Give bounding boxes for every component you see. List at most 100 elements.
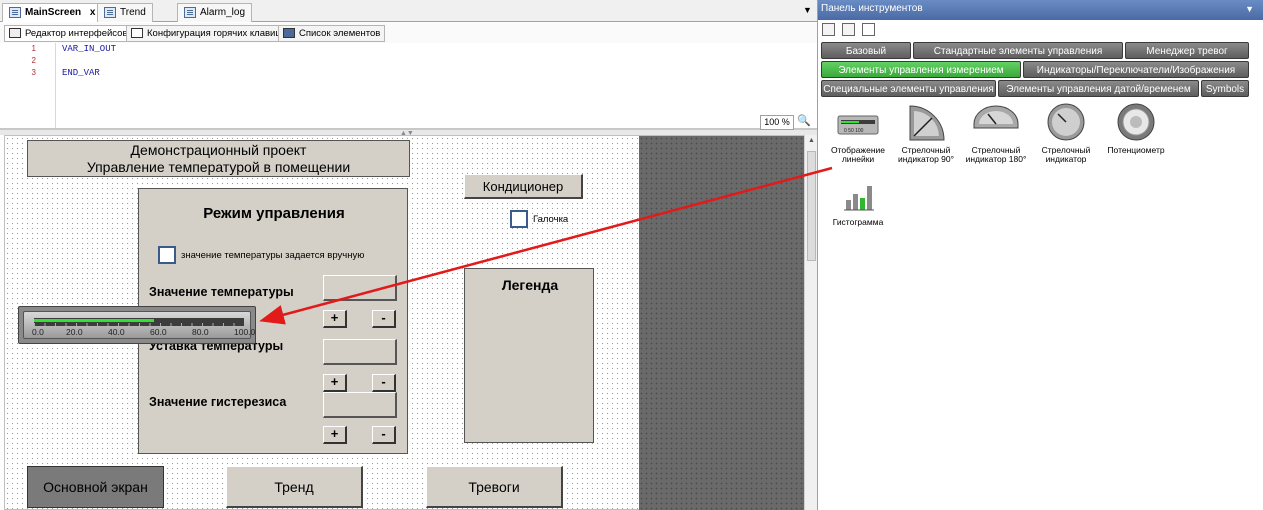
- toolbox-pane: Панель инструментов ▼ Базовый Стандартны…: [817, 0, 1263, 510]
- line-number: 1: [31, 44, 36, 53]
- setpoint-minus-button[interactable]: -: [372, 374, 396, 392]
- chevron-down-icon[interactable]: ▼: [1245, 0, 1254, 18]
- visualization-icon: [184, 7, 196, 18]
- hysteresis-value-box[interactable]: [323, 392, 397, 418]
- ruler-fill-bar: [34, 319, 154, 322]
- gauge-90-icon: [909, 105, 945, 141]
- manual-temp-checkbox-label: значение температуры задается вручную: [181, 250, 365, 261]
- manual-temp-checkbox[interactable]: [158, 246, 176, 264]
- tab-hotkeys-config[interactable]: Конфигурация горячих клавиш: [126, 25, 288, 42]
- dragged-ruler-widget[interactable]: 0.0 20.0 40.0 60.0 80.0 100.0: [18, 306, 256, 344]
- gutter-divider: [55, 43, 56, 128]
- sub-tab-label: Список элементов: [299, 28, 381, 39]
- alarms-button[interactable]: Тревоги: [426, 466, 563, 508]
- tab-alarm-log[interactable]: Alarm_log: [177, 3, 253, 22]
- document-copy-icon[interactable]: [842, 23, 855, 36]
- ruler-scale-labels: 0.0 20.0 40.0 60.0 80.0 100.0: [32, 327, 256, 337]
- potentiometer-icon: [1117, 103, 1155, 141]
- zoom-icon[interactable]: 🔍: [796, 115, 812, 130]
- histogram-icon: [844, 186, 874, 211]
- tool-label: линейки: [841, 154, 875, 164]
- temperature-value-box[interactable]: [323, 275, 397, 301]
- tab-label: Alarm_log: [200, 7, 246, 18]
- code-lines: VAR_IN_OUT END_VAR: [62, 43, 116, 79]
- temperature-minus-button[interactable]: -: [372, 310, 396, 328]
- category-special-controls[interactable]: Специальные элементы управления: [821, 80, 996, 97]
- document-icon[interactable]: [822, 23, 835, 36]
- search-icon[interactable]: [862, 23, 875, 36]
- line-number: 3: [31, 68, 36, 77]
- toolbox-icon-bar: [818, 20, 1263, 40]
- category-datetime-controls[interactable]: Элементы управления датой/временем: [998, 80, 1199, 97]
- trend-button[interactable]: Тренд: [226, 466, 363, 508]
- tool-histogram[interactable]: Гистограмма: [823, 180, 893, 227]
- keyboard-icon: [131, 28, 143, 38]
- tick-checkbox[interactable]: [510, 210, 528, 228]
- tool-ruler-display[interactable]: 0 50 100 Отображение линейки: [823, 108, 893, 164]
- tab-interface-editor[interactable]: Редактор интерфейсов: [4, 25, 133, 42]
- air-conditioner-button[interactable]: Кондиционер: [464, 174, 583, 199]
- category-measurement-controls[interactable]: Элементы управления измерением: [821, 61, 1021, 78]
- ruler-scale-label: 100.0: [234, 327, 256, 337]
- tab-label: Trend: [120, 7, 146, 18]
- tick-checkbox-label: Галочка: [533, 214, 569, 225]
- ruler-display-icon: 0 50 100: [837, 115, 879, 135]
- code-editor[interactable]: 1 2 3 VAR_IN_OUT END_VAR 100 % 🔍: [0, 43, 817, 130]
- ruler-track: [34, 318, 244, 326]
- tool-gauge[interactable]: Стрелочный индикатор: [1031, 102, 1101, 164]
- setpoint-plus-button[interactable]: +: [323, 374, 347, 392]
- tool-label: Потенциометр: [1107, 145, 1165, 155]
- category-indicators-switches[interactable]: Индикаторы/Переключатели/Изображения: [1023, 61, 1249, 78]
- tool-gauge-90[interactable]: Стрелочный индикатор 90°: [891, 102, 961, 164]
- ruler-ticks: [34, 323, 244, 326]
- sub-tab-label: Конфигурация горячих клавиш: [147, 28, 283, 39]
- tab-trend[interactable]: Trend: [97, 3, 153, 22]
- gauge-180-icon: [973, 105, 1019, 129]
- canvas-scrollbar[interactable]: ▲: [804, 135, 817, 510]
- zoom-level[interactable]: 100 %: [760, 115, 794, 130]
- project-title-box[interactable]: Демонстрационный проект Управление темпе…: [27, 140, 410, 177]
- ruler-scale-label: 40.0: [108, 327, 125, 337]
- toolbox-header: Панель инструментов ▼: [818, 0, 1263, 20]
- editor-sub-tabs: Редактор интерфейсов Конфигурация горячи…: [0, 23, 817, 43]
- tool-label: индикатор 90°: [897, 154, 955, 164]
- document-tab-bar: MainScreen x Trend Alarm_log ▼: [0, 0, 817, 22]
- code-line: VAR_IN_OUT: [62, 44, 117, 54]
- line-number-gutter: 1 2 3: [0, 43, 40, 128]
- tab-mainscreen[interactable]: MainScreen x: [2, 3, 103, 22]
- close-icon[interactable]: x: [90, 7, 96, 18]
- hysteresis-value-label: Значение гистерезиса: [149, 395, 287, 409]
- ruler-scale-label: 0.0: [32, 327, 44, 337]
- category-standard-controls[interactable]: Стандартные элементы управления: [913, 42, 1123, 59]
- visualization-icon: [9, 7, 21, 18]
- temperature-value-label: Значение температуры: [149, 285, 294, 299]
- scroll-up-icon[interactable]: ▲: [808, 137, 815, 144]
- tool-label: индикатор: [1045, 154, 1087, 164]
- tool-gauge-180[interactable]: Стрелочный индикатор 180°: [961, 102, 1031, 164]
- category-basic[interactable]: Базовый: [821, 42, 911, 59]
- hysteresis-minus-button[interactable]: -: [372, 426, 396, 444]
- editor-pane: MainScreen x Trend Alarm_log ▼ Редактор …: [0, 0, 817, 510]
- list-icon: [283, 28, 295, 38]
- chevron-down-icon[interactable]: ▼: [803, 5, 812, 15]
- category-alarm-manager[interactable]: Менеджер тревог: [1125, 42, 1249, 59]
- tool-label: индикатор 180°: [965, 154, 1027, 164]
- temperature-plus-button[interactable]: +: [323, 310, 347, 328]
- main-screen-button[interactable]: Основной экран: [27, 466, 164, 508]
- ruler-scale-label: 20.0: [66, 327, 83, 337]
- category-symbols[interactable]: Symbols: [1201, 80, 1249, 97]
- app-window: MainScreen x Trend Alarm_log ▼ Редактор …: [0, 0, 1263, 510]
- hysteresis-plus-button[interactable]: +: [323, 426, 347, 444]
- ruler-scale-label: 60.0: [150, 327, 167, 337]
- tool-potentiometer[interactable]: Потенциометр: [1101, 102, 1171, 155]
- project-title-line1: Демонстрационный проект: [130, 142, 307, 158]
- toolbox-title: Панель инструментов: [821, 3, 923, 14]
- setpoint-value-box[interactable]: [323, 339, 397, 365]
- interface-editor-icon: [9, 28, 21, 38]
- svg-text:0 50 100: 0 50 100: [844, 128, 864, 134]
- tab-element-list[interactable]: Список элементов: [278, 25, 386, 42]
- legend-panel[interactable]: Легенда: [464, 268, 594, 443]
- visualization-icon: [104, 7, 116, 18]
- scrollbar-thumb[interactable]: [807, 151, 816, 261]
